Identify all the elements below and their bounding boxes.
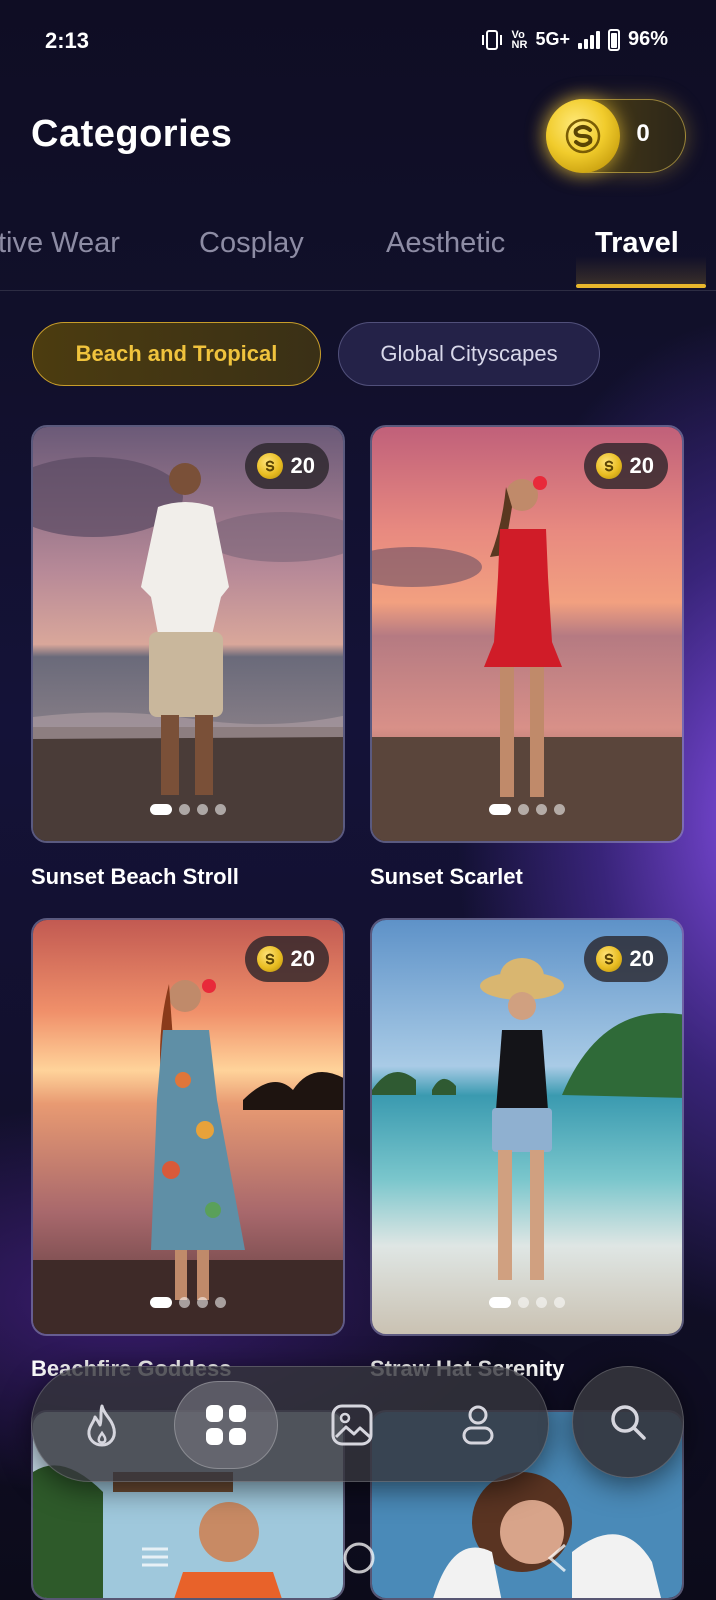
card-title[interactable]: Sunset Beach Stroll [31,864,239,890]
cost-value: 20 [290,946,315,971]
cost-value: 20 [629,453,654,478]
home-icon[interactable] [341,1540,377,1576]
card-image [33,920,343,1334]
card-image [372,920,682,1334]
carousel-dot [197,1297,208,1308]
cost-value: 20 [629,946,654,971]
carousel-dot [179,804,190,815]
status-icons: Vo NR 5G+ 96% [480,28,668,51]
carousel-dot [215,804,226,815]
carousel-dot [518,804,529,815]
menu-icon[interactable] [140,1545,170,1569]
grid-icon [206,1405,246,1445]
page-title: Categories [31,113,233,155]
person-icon [462,1405,494,1445]
coin-icon [256,453,283,479]
carousel-dots [33,804,343,815]
nav-trending-button[interactable] [50,1367,154,1483]
coin-balance: 0 [636,120,650,147]
cost-badge: 20 [583,443,668,489]
search-button[interactable] [572,1366,684,1478]
chip-beach-and-tropical[interactable]: Beach and Tropical [32,322,321,386]
carousel-dot [554,804,565,815]
chip-global-cityscapes[interactable]: Global Cityscapes [338,322,600,386]
carousel-dot-active [150,804,172,815]
system-nav-bar [0,1540,716,1600]
card-title[interactable]: Sunset Scarlet [370,864,523,890]
network-type: 5G+ [535,29,570,49]
carousel-dots [372,1297,682,1308]
carousel-dot [215,1297,226,1308]
flame-icon [87,1404,116,1447]
status-time: 2:13 [45,28,90,53]
vibrate-icon [481,29,502,50]
style-card[interactable]: 20 [31,425,345,843]
cost-badge: 20 [244,443,329,489]
battery-percent: 96% [627,28,668,50]
coin-icon [595,946,622,972]
bottom-nav [31,1366,549,1482]
carousel-dots [372,804,682,815]
coin-icon [546,99,620,173]
cost-value: 20 [290,453,315,478]
carousel-dot [197,804,208,815]
style-card[interactable]: 20 [370,425,684,843]
cost-badge: 20 [583,936,668,982]
card-image [372,427,682,841]
tab-active-glow [576,256,706,284]
carousel-dot [536,804,547,815]
card-image [33,427,343,841]
search-icon [611,1405,646,1440]
carousel-dot-active [489,1297,511,1308]
status-bar: 2:13 Vo NR 5G+ 96% [0,0,716,82]
tab-active-indicator [576,284,706,288]
carousel-dot [554,1297,565,1308]
tab-cosplay[interactable]: Cosplay [199,227,304,260]
nav-gallery-button[interactable] [300,1367,404,1483]
back-icon[interactable] [545,1542,569,1574]
style-card[interactable]: 20 [31,918,345,1336]
volte-label: Vo NR [511,28,528,51]
carousel-dot [518,1297,529,1308]
tab-active-wear[interactable]: tive Wear [0,227,120,260]
carousel-dot-active [489,804,511,815]
battery-icon [607,28,620,51]
coin-icon [256,946,283,972]
coin-icon [595,453,622,479]
cost-badge: 20 [244,936,329,982]
carousel-dot-active [150,1297,172,1308]
nav-profile-button[interactable] [426,1367,530,1483]
image-icon [331,1404,373,1446]
style-card[interactable]: 20 [370,918,684,1336]
signal-icon [577,30,600,49]
nav-categories-button[interactable] [174,1367,278,1483]
carousel-dots [33,1297,343,1308]
tab-aesthetic[interactable]: Aesthetic [386,227,505,260]
carousel-dot [536,1297,547,1308]
carousel-dot [179,1297,190,1308]
